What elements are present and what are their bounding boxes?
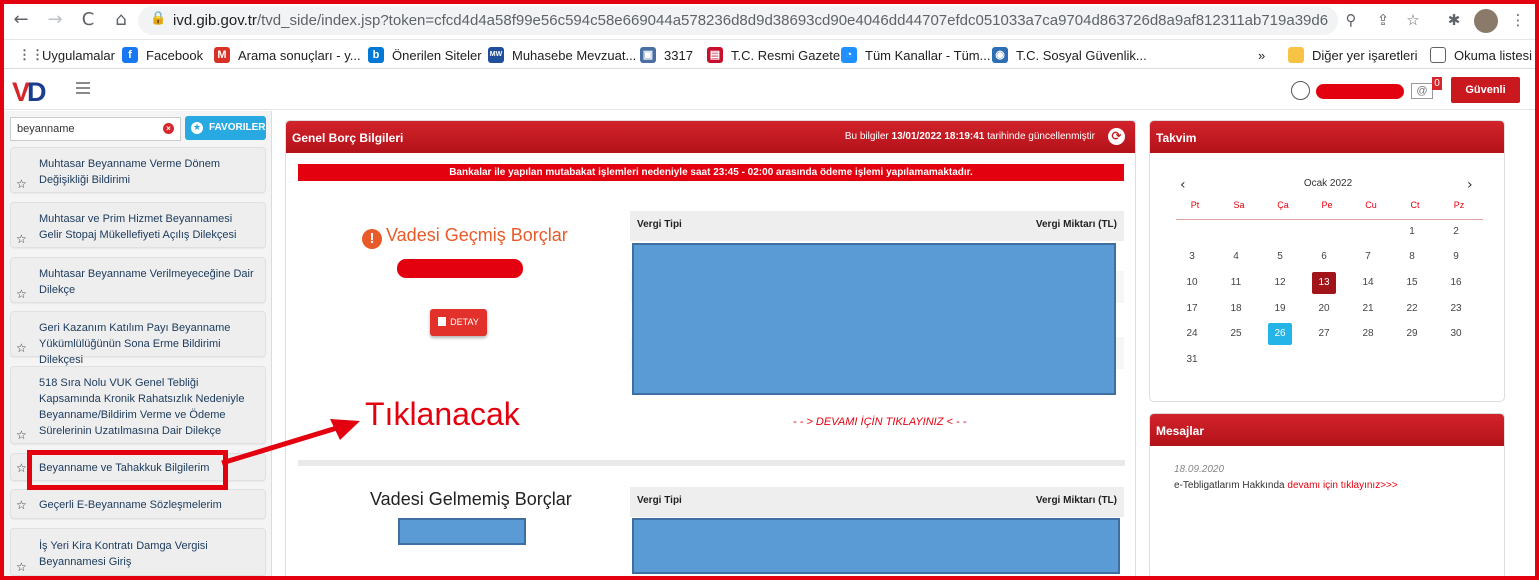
annotation-arrow [221,419,360,466]
